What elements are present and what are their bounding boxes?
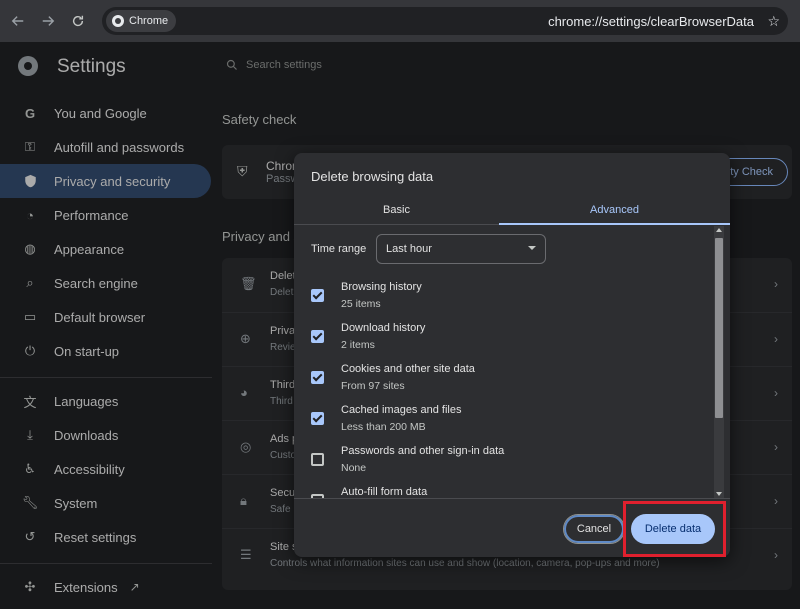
time-range-label: Time range <box>311 243 367 255</box>
option-passwords[interactable]: Passwords and other sign-in data None <box>294 442 714 482</box>
dialog-title: Delete browsing data <box>311 169 434 184</box>
option-download-history[interactable]: Download history 2 items <box>294 319 714 359</box>
arrow-left-icon <box>11 16 24 26</box>
delete-browsing-data-dialog: Delete browsing data Basic Advanced Time… <box>294 153 730 557</box>
site-chip[interactable]: Chrome <box>106 10 177 32</box>
tab-advanced[interactable]: Advanced <box>499 195 730 225</box>
dropdown-arrow-icon <box>528 246 536 250</box>
scroll-down-arrow-icon[interactable] <box>716 492 722 496</box>
bookmark-star-icon[interactable]: ☆ <box>767 13 780 30</box>
checkbox-download-history[interactable] <box>311 330 324 343</box>
browser-toolbar: Chrome chrome://settings/clearBrowserDat… <box>0 0 800 42</box>
reload-icon <box>72 15 84 27</box>
dialog-scrollbar[interactable] <box>714 226 724 498</box>
checkbox-passwords[interactable] <box>311 453 324 466</box>
option-cached-images[interactable]: Cached images and files Less than 200 MB <box>294 401 714 441</box>
time-range-value: Last hour <box>386 243 432 255</box>
checkbox-browsing-history[interactable] <box>311 289 324 302</box>
scrollbar-thumb[interactable] <box>715 238 723 418</box>
checkbox-cookies[interactable] <box>311 371 324 384</box>
forward-button[interactable] <box>33 6 63 36</box>
tab-basic[interactable]: Basic <box>294 195 499 224</box>
highlight-box <box>623 501 726 557</box>
scroll-up-arrow-icon[interactable] <box>716 228 722 232</box>
option-cookies[interactable]: Cookies and other site data From 97 site… <box>294 360 714 400</box>
cancel-button[interactable]: Cancel <box>563 514 625 544</box>
option-browsing-history[interactable]: Browsing history 25 items <box>294 278 714 318</box>
option-autofill[interactable]: Auto-fill form data <box>294 483 714 498</box>
chrome-icon <box>112 15 124 27</box>
dialog-tabs: Basic Advanced <box>294 195 730 225</box>
time-range-select[interactable]: Last hour <box>376 234 546 264</box>
arrow-right-icon <box>42 16 55 26</box>
site-chip-label: Chrome <box>129 15 169 27</box>
back-button[interactable] <box>3 6 33 36</box>
url-text[interactable]: chrome://settings/clearBrowserData <box>548 14 754 29</box>
reload-button[interactable] <box>63 6 93 36</box>
checkbox-cached-images[interactable] <box>311 412 324 425</box>
dialog-body: Time range Last hour Browsing history 25… <box>294 226 730 498</box>
address-bar[interactable]: Chrome chrome://settings/clearBrowserDat… <box>102 7 788 35</box>
